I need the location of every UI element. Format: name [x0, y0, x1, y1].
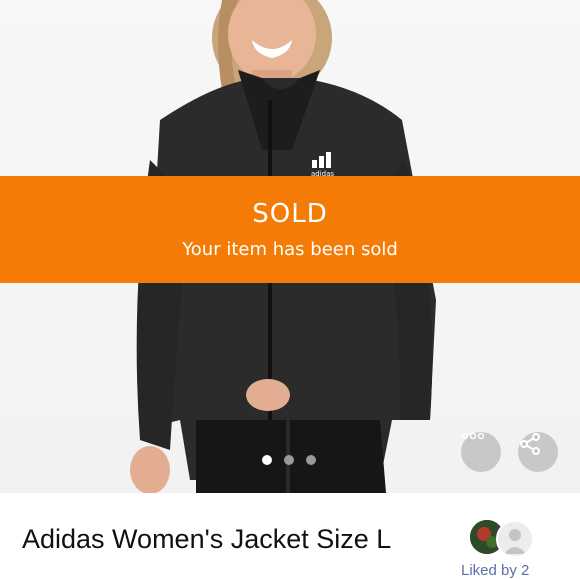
- sold-banner: SOLD Your item has been sold: [0, 176, 580, 283]
- liked-by-link[interactable]: Liked by 2: [461, 562, 529, 579]
- carousel-dot-active[interactable]: [262, 455, 272, 465]
- sold-message: Your item has been sold: [182, 239, 398, 260]
- likers-avatars[interactable]: [468, 518, 538, 558]
- avatar[interactable]: [496, 520, 534, 558]
- carousel-dot[interactable]: [284, 455, 294, 465]
- listing-title: Adidas Women's Jacket Size L: [22, 524, 392, 554]
- share-icon: [520, 433, 540, 455]
- product-photo[interactable]: adidas SOLD Your item has been sold: [0, 0, 580, 493]
- carousel-dot[interactable]: [306, 455, 316, 465]
- default-avatar-icon: [498, 522, 532, 556]
- more-dots-icon: [461, 432, 485, 440]
- sold-status-label: SOLD: [252, 199, 328, 229]
- more-options-button[interactable]: [461, 432, 501, 472]
- carousel-indicator: [262, 455, 316, 465]
- share-button[interactable]: [518, 432, 558, 472]
